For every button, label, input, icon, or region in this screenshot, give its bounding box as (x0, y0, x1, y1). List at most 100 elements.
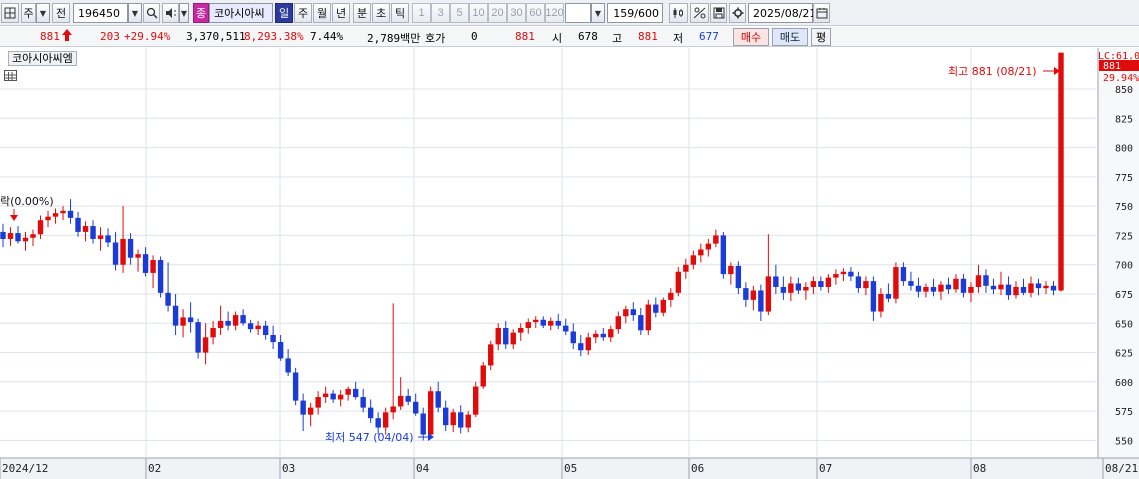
grid-icon[interactable] (1, 3, 19, 23)
stock-code-input[interactable]: 196450 (73, 3, 128, 23)
mode-dropdown-icon[interactable]: ▼ (36, 3, 50, 23)
candle-body (773, 276, 779, 287)
candle-body (653, 304, 659, 313)
candle-body (825, 277, 832, 287)
buy-button[interactable]: 매수 (733, 28, 769, 46)
candle-body (585, 337, 591, 351)
candle-body (247, 323, 254, 330)
count-field[interactable]: 159/600 (607, 3, 663, 23)
period-second-button[interactable]: 초 (372, 3, 390, 23)
candle-body (187, 317, 194, 323)
candle-body (923, 286, 929, 292)
gear-icon[interactable] (729, 3, 746, 23)
candle-body (352, 388, 359, 398)
current-pct-tag: 29.94% (1103, 73, 1139, 84)
interval-10-button[interactable]: 10 (469, 3, 488, 23)
chart-tool-icon[interactable] (690, 3, 709, 23)
candle (473, 381, 479, 417)
candle-body (1043, 285, 1049, 289)
price-axis-background (1098, 48, 1139, 458)
period-minute-label: 분 (356, 7, 368, 20)
badge-jong[interactable]: 종 (193, 3, 209, 23)
sell-button[interactable]: 매도 (772, 28, 808, 46)
candle-body (157, 260, 164, 293)
candle-body (300, 400, 306, 415)
period-tick-button[interactable]: 틱 (391, 3, 409, 23)
candle-body (22, 237, 29, 242)
stock-name-field[interactable]: 코아시아씨 (209, 3, 273, 23)
chart-area[interactable]: 850 825 800 775 750 725 700 675 650 625 600 575 550 … (0, 48, 1139, 479)
stock-tag[interactable]: 코아시아씨엠 (8, 51, 77, 66)
candle-body (473, 386, 479, 415)
interval-3-button[interactable]: 3 (431, 3, 450, 23)
period-week-button[interactable]: 주 (294, 3, 312, 23)
candle (1058, 52, 1064, 292)
interval-custom-input[interactable] (565, 3, 591, 23)
sound-icon[interactable] (162, 3, 179, 23)
sound-dropdown-icon[interactable]: ▼ (179, 3, 189, 23)
interval-20-button[interactable]: 20 (488, 3, 507, 23)
interval-60-button[interactable]: 60 (526, 3, 545, 23)
y-tick-label: 550 (1115, 436, 1133, 447)
code-dropdown-icon[interactable]: ▼ (128, 3, 142, 23)
candlestick-chart[interactable]: 850825800775750725700675650625600575550 … (0, 48, 1139, 479)
candle-body (578, 343, 584, 351)
period-month-button[interactable]: 월 (313, 3, 331, 23)
candle-body (172, 305, 179, 326)
interval-120-button[interactable]: 120 (545, 3, 564, 23)
candle-body (968, 286, 974, 293)
mode-select-2[interactable]: 전 (52, 3, 70, 23)
candle-body (728, 265, 734, 275)
y-tick-label: 800 (1115, 144, 1133, 155)
candle-body (142, 254, 149, 273)
candle-body (330, 393, 336, 400)
chart-indicator-icon[interactable] (669, 3, 688, 23)
low-value: 677 (699, 30, 719, 43)
candle-body (743, 288, 749, 300)
candle-body (833, 274, 839, 278)
period-day-button[interactable]: 일 (275, 3, 293, 23)
price-change-pct: +29.94% (124, 30, 171, 43)
price-change: 203 (100, 30, 120, 43)
candle-body (953, 278, 959, 290)
buy-label: 매수 (740, 31, 762, 44)
mode-select-1[interactable]: 주 (21, 3, 36, 23)
candle-body (765, 276, 772, 312)
candle-body (420, 413, 426, 435)
candle-body (412, 401, 419, 414)
period-year-button[interactable]: 년 (332, 3, 350, 23)
avg-label: 평 (815, 31, 827, 44)
open-label: 시 (552, 32, 563, 45)
candle-body (60, 210, 66, 214)
calendar-icon[interactable] (813, 3, 830, 23)
candle-body (285, 358, 291, 373)
save-icon[interactable] (710, 3, 727, 23)
period-minute-button[interactable]: 분 (353, 3, 371, 23)
date-input[interactable]: 2025/08/21 (748, 3, 816, 23)
candle (645, 299, 652, 335)
search-icon[interactable] (143, 3, 160, 23)
candle-body (345, 388, 351, 395)
candle-body (45, 216, 51, 221)
candle-body (758, 290, 764, 312)
candle-body (1035, 283, 1042, 289)
period-day-label: 일 (278, 7, 290, 20)
candle-body (533, 319, 539, 323)
avg-button[interactable]: 평 (811, 28, 831, 46)
candle-body (645, 304, 652, 331)
interval-1-button[interactable]: 1 (412, 3, 431, 23)
candle-body (608, 329, 614, 338)
candle-body (878, 294, 884, 312)
candle-body (202, 337, 209, 353)
list-icon[interactable] (4, 70, 17, 81)
candle-body (735, 265, 742, 289)
interval-5-button[interactable]: 5 (450, 3, 469, 23)
candle-body (525, 322, 531, 328)
candle-body (367, 407, 374, 419)
candle-body (983, 275, 989, 286)
volume: 3,370,511 (186, 30, 246, 43)
interval-dropdown-icon[interactable]: ▼ (591, 3, 605, 23)
candle (720, 231, 727, 279)
interval-30-button[interactable]: 30 (507, 3, 526, 23)
candle-body (810, 281, 817, 287)
